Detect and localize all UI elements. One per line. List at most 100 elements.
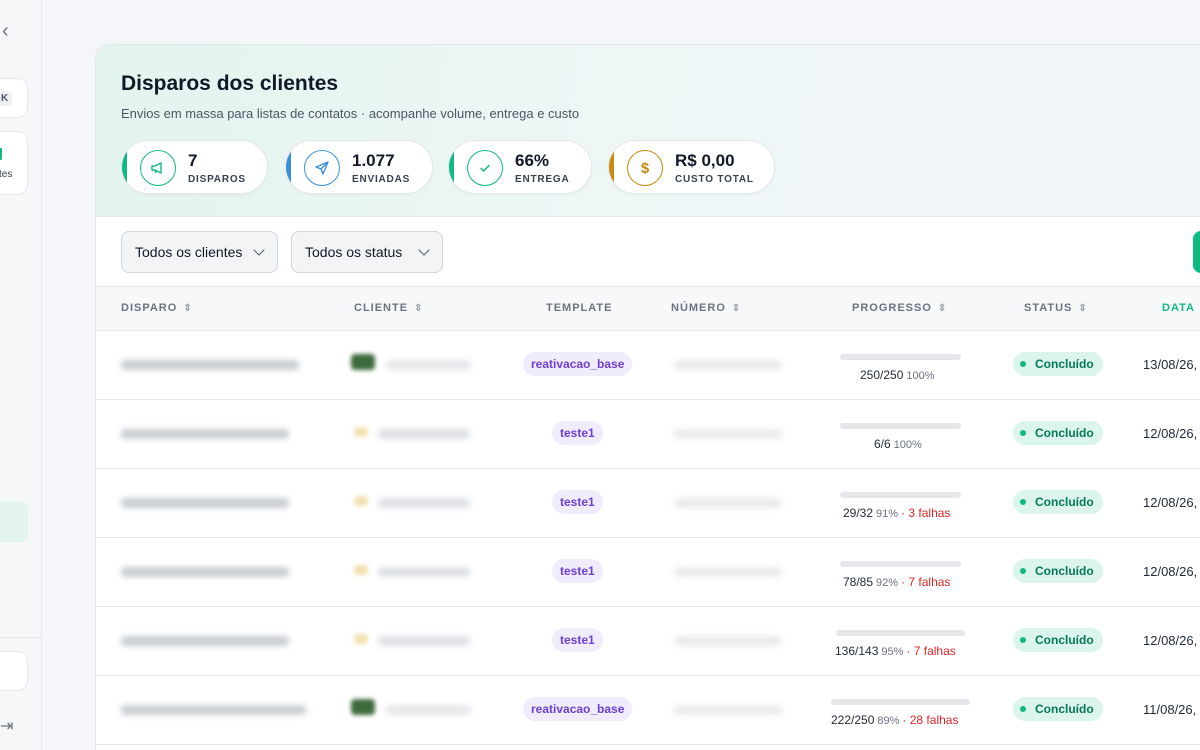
column-header-label: PROGRESSO — [852, 302, 932, 314]
progress-text: 78/85 92% · 7 falhas — [843, 575, 950, 589]
progress-text: 136/143 95% · 7 falhas — [835, 644, 956, 658]
progress-text: 250/250 100% — [860, 368, 938, 382]
redacted-phone-number — [674, 567, 782, 577]
progress-text: 222/250 89% · 28 falhas — [831, 713, 958, 727]
kpi-label: DISPAROS — [188, 174, 246, 185]
client-avatar — [354, 427, 368, 437]
progress-failures: · 7 falhas — [906, 644, 956, 658]
client-filter-select[interactable]: Todos os clientes — [121, 231, 278, 273]
client-filter-value: Todos os clientes — [135, 244, 243, 260]
sort-icon: ⇕ — [731, 303, 741, 314]
status-label: Concluído — [1035, 633, 1094, 647]
status-filter-value: Todos os status — [305, 244, 403, 260]
redacted-dispatch-name — [121, 636, 289, 646]
send-icon — [304, 150, 340, 186]
shortcut-key: K — [0, 91, 13, 106]
status-dot — [1020, 499, 1026, 505]
progress-count: 29/32 — [843, 506, 874, 520]
column-header-disparo[interactable]: DISPARO ⇕ — [121, 302, 192, 314]
redacted-phone-number — [674, 705, 782, 715]
column-header-status[interactable]: STATUS ⇕ — [1024, 302, 1087, 314]
page-title: Disparos dos clientes — [121, 72, 339, 95]
status-badge: Concluído — [1013, 697, 1103, 721]
kpi-custo: $ R$ 0,00 CUSTO TOTAL — [608, 140, 775, 194]
status-dot — [1020, 637, 1026, 643]
table-row[interactable]: teste1 6/6 100% Concluído 12/08/26, — [96, 400, 1200, 469]
sidebar-client-card[interactable]: tes — [0, 131, 28, 195]
template-badge: teste1 — [552, 628, 603, 652]
status-dot — [1020, 361, 1026, 367]
column-header-progresso[interactable]: PROGRESSO ⇕ — [852, 302, 946, 314]
column-header-label: DISPARO — [121, 302, 178, 314]
table-row[interactable]: reativacao_base 222/250 89% · 28 falhas Co… — [96, 676, 1200, 745]
redacted-dispatch-name — [121, 498, 289, 508]
status-badge: Concluído — [1013, 421, 1103, 445]
table-row[interactable]: teste1 29/32 91% · 3 falhas Concluído 12/0… — [96, 469, 1200, 538]
check-circle-icon — [467, 150, 503, 186]
template-badge: reativacao_base — [523, 352, 633, 376]
redacted-phone-number — [674, 360, 782, 370]
kpi-accent — [286, 147, 291, 189]
status-label: Concluído — [1035, 702, 1094, 716]
redacted-phone-number — [674, 498, 782, 508]
table-row[interactable]: teste1 136/143 95% · 7 falhas Concluído 12… — [96, 607, 1200, 676]
table-row[interactable]: reativacao_base 250/250 100% Concluído 13… — [96, 331, 1200, 400]
kpi-disparos: 7 DISPAROS — [121, 140, 268, 194]
column-header-data[interactable]: DATA — [1162, 302, 1195, 314]
chevron-down-icon — [253, 244, 265, 256]
status-badge: Concluído — [1013, 490, 1103, 514]
column-header-numero[interactable]: NÚMERO ⇕ — [671, 302, 740, 314]
sidebar-card-label: tes — [0, 169, 13, 180]
status-indicator — [0, 148, 2, 160]
column-header-cliente[interactable]: CLIENTE ⇕ — [354, 302, 422, 314]
page-subtitle: Envios em massa para listas de contatos … — [121, 106, 580, 121]
progress-count: 250/250 — [860, 368, 904, 382]
status-dot — [1020, 430, 1026, 436]
dollar-icon: $ — [627, 150, 663, 186]
sort-icon: ⇕ — [414, 303, 423, 314]
progress-text: 29/32 91% · 3 falhas — [843, 506, 950, 520]
client-avatar — [354, 496, 368, 506]
status-badge: Concluído — [1013, 559, 1103, 583]
sidebar-search-shortcut[interactable]: K — [0, 78, 28, 118]
kpi-entrega: 66% ENTREGA — [448, 140, 592, 194]
redacted-dispatch-name — [121, 705, 306, 715]
logout-icon[interactable]: ⇥ — [0, 716, 13, 736]
client-avatar — [351, 354, 375, 370]
template-badge: teste1 — [552, 559, 603, 583]
column-header-template: TEMPLATE — [546, 302, 613, 314]
redacted-client-name — [378, 429, 470, 439]
status-dot — [1020, 568, 1026, 574]
progress-percent: 89% — [877, 715, 900, 727]
redacted-dispatch-name — [121, 567, 289, 577]
progress-failures: · 7 falhas — [901, 575, 951, 589]
new-dispatch-button[interactable] — [1193, 231, 1200, 273]
progress-percent: 95% — [881, 646, 904, 658]
sidebar-item-active[interactable] — [0, 501, 28, 542]
sidebar: ‹ K tes ⇥ — [0, 0, 42, 750]
progress-count: 222/250 — [831, 713, 875, 727]
dispatch-date: 12/08/26, — [1143, 633, 1198, 648]
column-header-label: NÚMERO — [671, 302, 726, 314]
client-avatar — [354, 634, 368, 644]
kpi-label: ENVIADAS — [352, 174, 411, 185]
main-panel: Disparos dos clientes Envios em massa pa… — [95, 44, 1200, 750]
redacted-client-name — [378, 498, 470, 508]
kpi-value: R$ 0,00 — [675, 151, 735, 170]
progress-bar — [840, 354, 961, 360]
kpi-accent — [449, 147, 454, 189]
status-filter-select[interactable]: Todos os status — [291, 231, 443, 273]
redacted-client-name — [386, 360, 471, 370]
dispatch-date: 13/08/26, — [1143, 357, 1198, 372]
progress-bar — [840, 423, 961, 429]
kpi-accent — [609, 147, 614, 189]
sidebar-user-card[interactable] — [0, 651, 28, 691]
sort-icon: ⇕ — [937, 303, 947, 314]
status-badge: Concluído — [1013, 628, 1103, 652]
chevron-left-icon[interactable]: ‹ — [2, 20, 9, 43]
redacted-client-name — [386, 705, 471, 715]
client-avatar — [351, 699, 375, 715]
kpi-value: 1.077 — [352, 151, 395, 170]
redacted-client-name — [378, 567, 470, 577]
table-row[interactable]: teste1 78/85 92% · 7 falhas Concluído 12/0… — [96, 538, 1200, 607]
